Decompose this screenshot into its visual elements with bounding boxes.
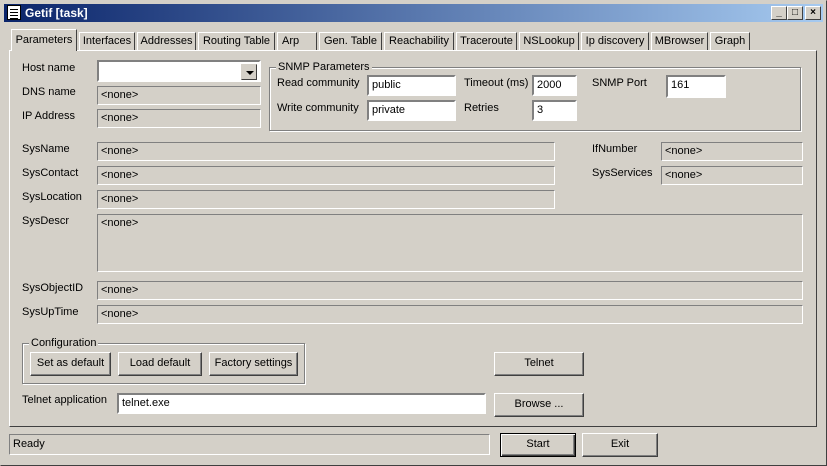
write-community-input[interactable]: private — [367, 100, 456, 121]
tab-interfaces[interactable]: Interfaces — [79, 32, 135, 51]
exit-button[interactable]: Exit — [582, 433, 658, 457]
ifnumber-label: IfNumber — [592, 143, 638, 155]
sysobjectid-label: SysObjectID — [22, 282, 84, 294]
sysname-label: SysName — [22, 143, 70, 155]
sysuptime-field: <none> — [97, 305, 803, 324]
sysname-field: <none> — [97, 142, 555, 161]
tab-mbrowser[interactable]: MBrowser — [651, 32, 708, 51]
syslocation-label: SysLocation — [22, 191, 82, 203]
syscontact-label: SysContact — [22, 167, 79, 179]
status-bar: Ready — [9, 434, 490, 455]
sysdescr-field: <none> — [97, 214, 803, 272]
snmp-port-label: SNMP Port — [592, 77, 647, 89]
sysservices-field: <none> — [661, 166, 803, 185]
host-name-label: Host name — [22, 62, 76, 74]
tab-parameters[interactable]: Parameters — [11, 29, 77, 51]
title-bar[interactable]: Getif [task] _ □ × — [4, 4, 823, 22]
sysuptime-label: SysUpTime — [22, 306, 79, 318]
tab-arp[interactable]: Arp — [277, 32, 317, 51]
sysobjectid-field: <none> — [97, 281, 803, 300]
app-icon — [7, 5, 21, 20]
telnet-application-label: Telnet application — [22, 394, 108, 406]
dns-name-field: <none> — [97, 86, 261, 105]
ip-address-field: <none> — [97, 109, 261, 128]
load-default-button[interactable]: Load default — [118, 352, 202, 376]
telnet-application-input[interactable]: telnet.exe — [117, 393, 486, 414]
main-window: Getif [task] _ □ × Parameters Interfaces… — [0, 0, 827, 466]
browse-button[interactable]: Browse ... — [494, 393, 584, 417]
write-community-label: Write community — [277, 102, 359, 114]
dns-name-label: DNS name — [22, 86, 76, 98]
chevron-down-icon[interactable] — [241, 64, 257, 80]
tab-gen-table[interactable]: Gen. Table — [319, 32, 382, 51]
retries-label: Retries — [464, 102, 499, 114]
read-community-label: Read community — [277, 77, 360, 89]
tab-graph[interactable]: Graph — [710, 32, 750, 51]
tab-traceroute[interactable]: Traceroute — [456, 32, 517, 51]
telnet-button[interactable]: Telnet — [494, 352, 584, 376]
close-button[interactable]: × — [805, 6, 821, 20]
sysservices-label: SysServices — [592, 167, 653, 179]
sysdescr-label: SysDescr — [22, 215, 70, 227]
retries-input[interactable]: 3 — [532, 100, 577, 121]
factory-settings-button[interactable]: Factory settings — [209, 352, 298, 376]
tab-routing-table[interactable]: Routing Table — [198, 32, 275, 51]
ifnumber-field: <none> — [661, 142, 803, 161]
timeout-label: Timeout (ms) — [464, 77, 529, 89]
timeout-input[interactable]: 2000 — [532, 75, 577, 96]
start-button[interactable]: Start — [500, 433, 576, 457]
tab-ip-discovery[interactable]: Ip discovery — [581, 32, 649, 51]
read-community-input[interactable]: public — [367, 75, 456, 96]
window-title: Getif [task] — [25, 6, 88, 20]
syslocation-field: <none> — [97, 190, 555, 209]
ip-address-label: IP Address — [22, 110, 75, 122]
tab-reachability[interactable]: Reachability — [384, 32, 454, 51]
configuration-title: Configuration — [29, 337, 99, 349]
snmp-parameters-title: SNMP Parameters — [276, 61, 372, 73]
snmp-port-input[interactable]: 161 — [666, 75, 726, 98]
set-as-default-button[interactable]: Set as default — [30, 352, 111, 376]
tab-addresses[interactable]: Addresses — [137, 32, 196, 51]
syscontact-field: <none> — [97, 166, 555, 185]
tab-nslookup[interactable]: NSLookup — [519, 32, 579, 51]
host-name-combobox[interactable] — [97, 60, 261, 82]
maximize-button[interactable]: □ — [787, 6, 803, 20]
minimize-button[interactable]: _ — [771, 6, 787, 20]
